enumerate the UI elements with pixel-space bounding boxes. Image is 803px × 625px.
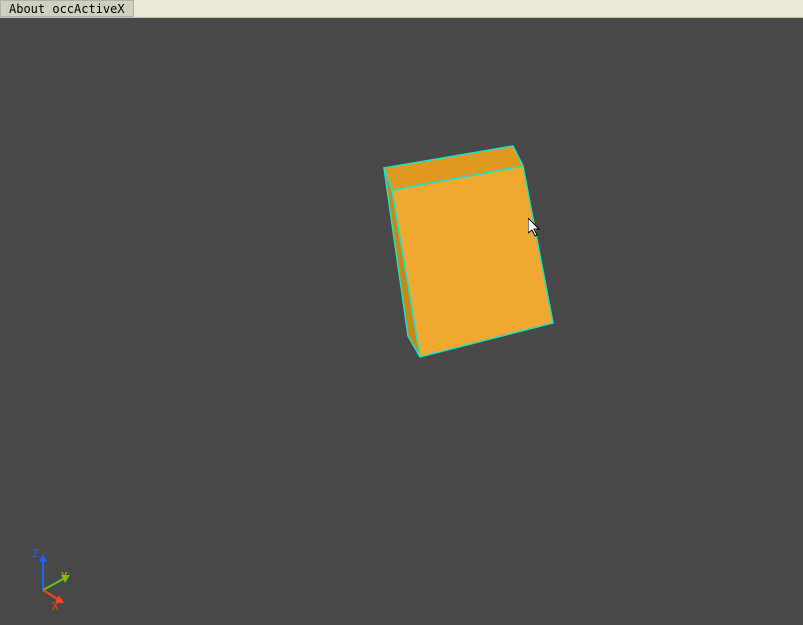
axis-label-y: Y [61,570,68,583]
axis-label-x: X [52,600,59,613]
about-menu-item[interactable]: About occActiveX [0,0,134,17]
viewport-3d[interactable]: Z Y X [0,18,803,625]
axis-label-z: Z [32,547,39,560]
box-shape[interactable] [370,138,590,378]
menu-bar: About occActiveX [0,0,803,18]
